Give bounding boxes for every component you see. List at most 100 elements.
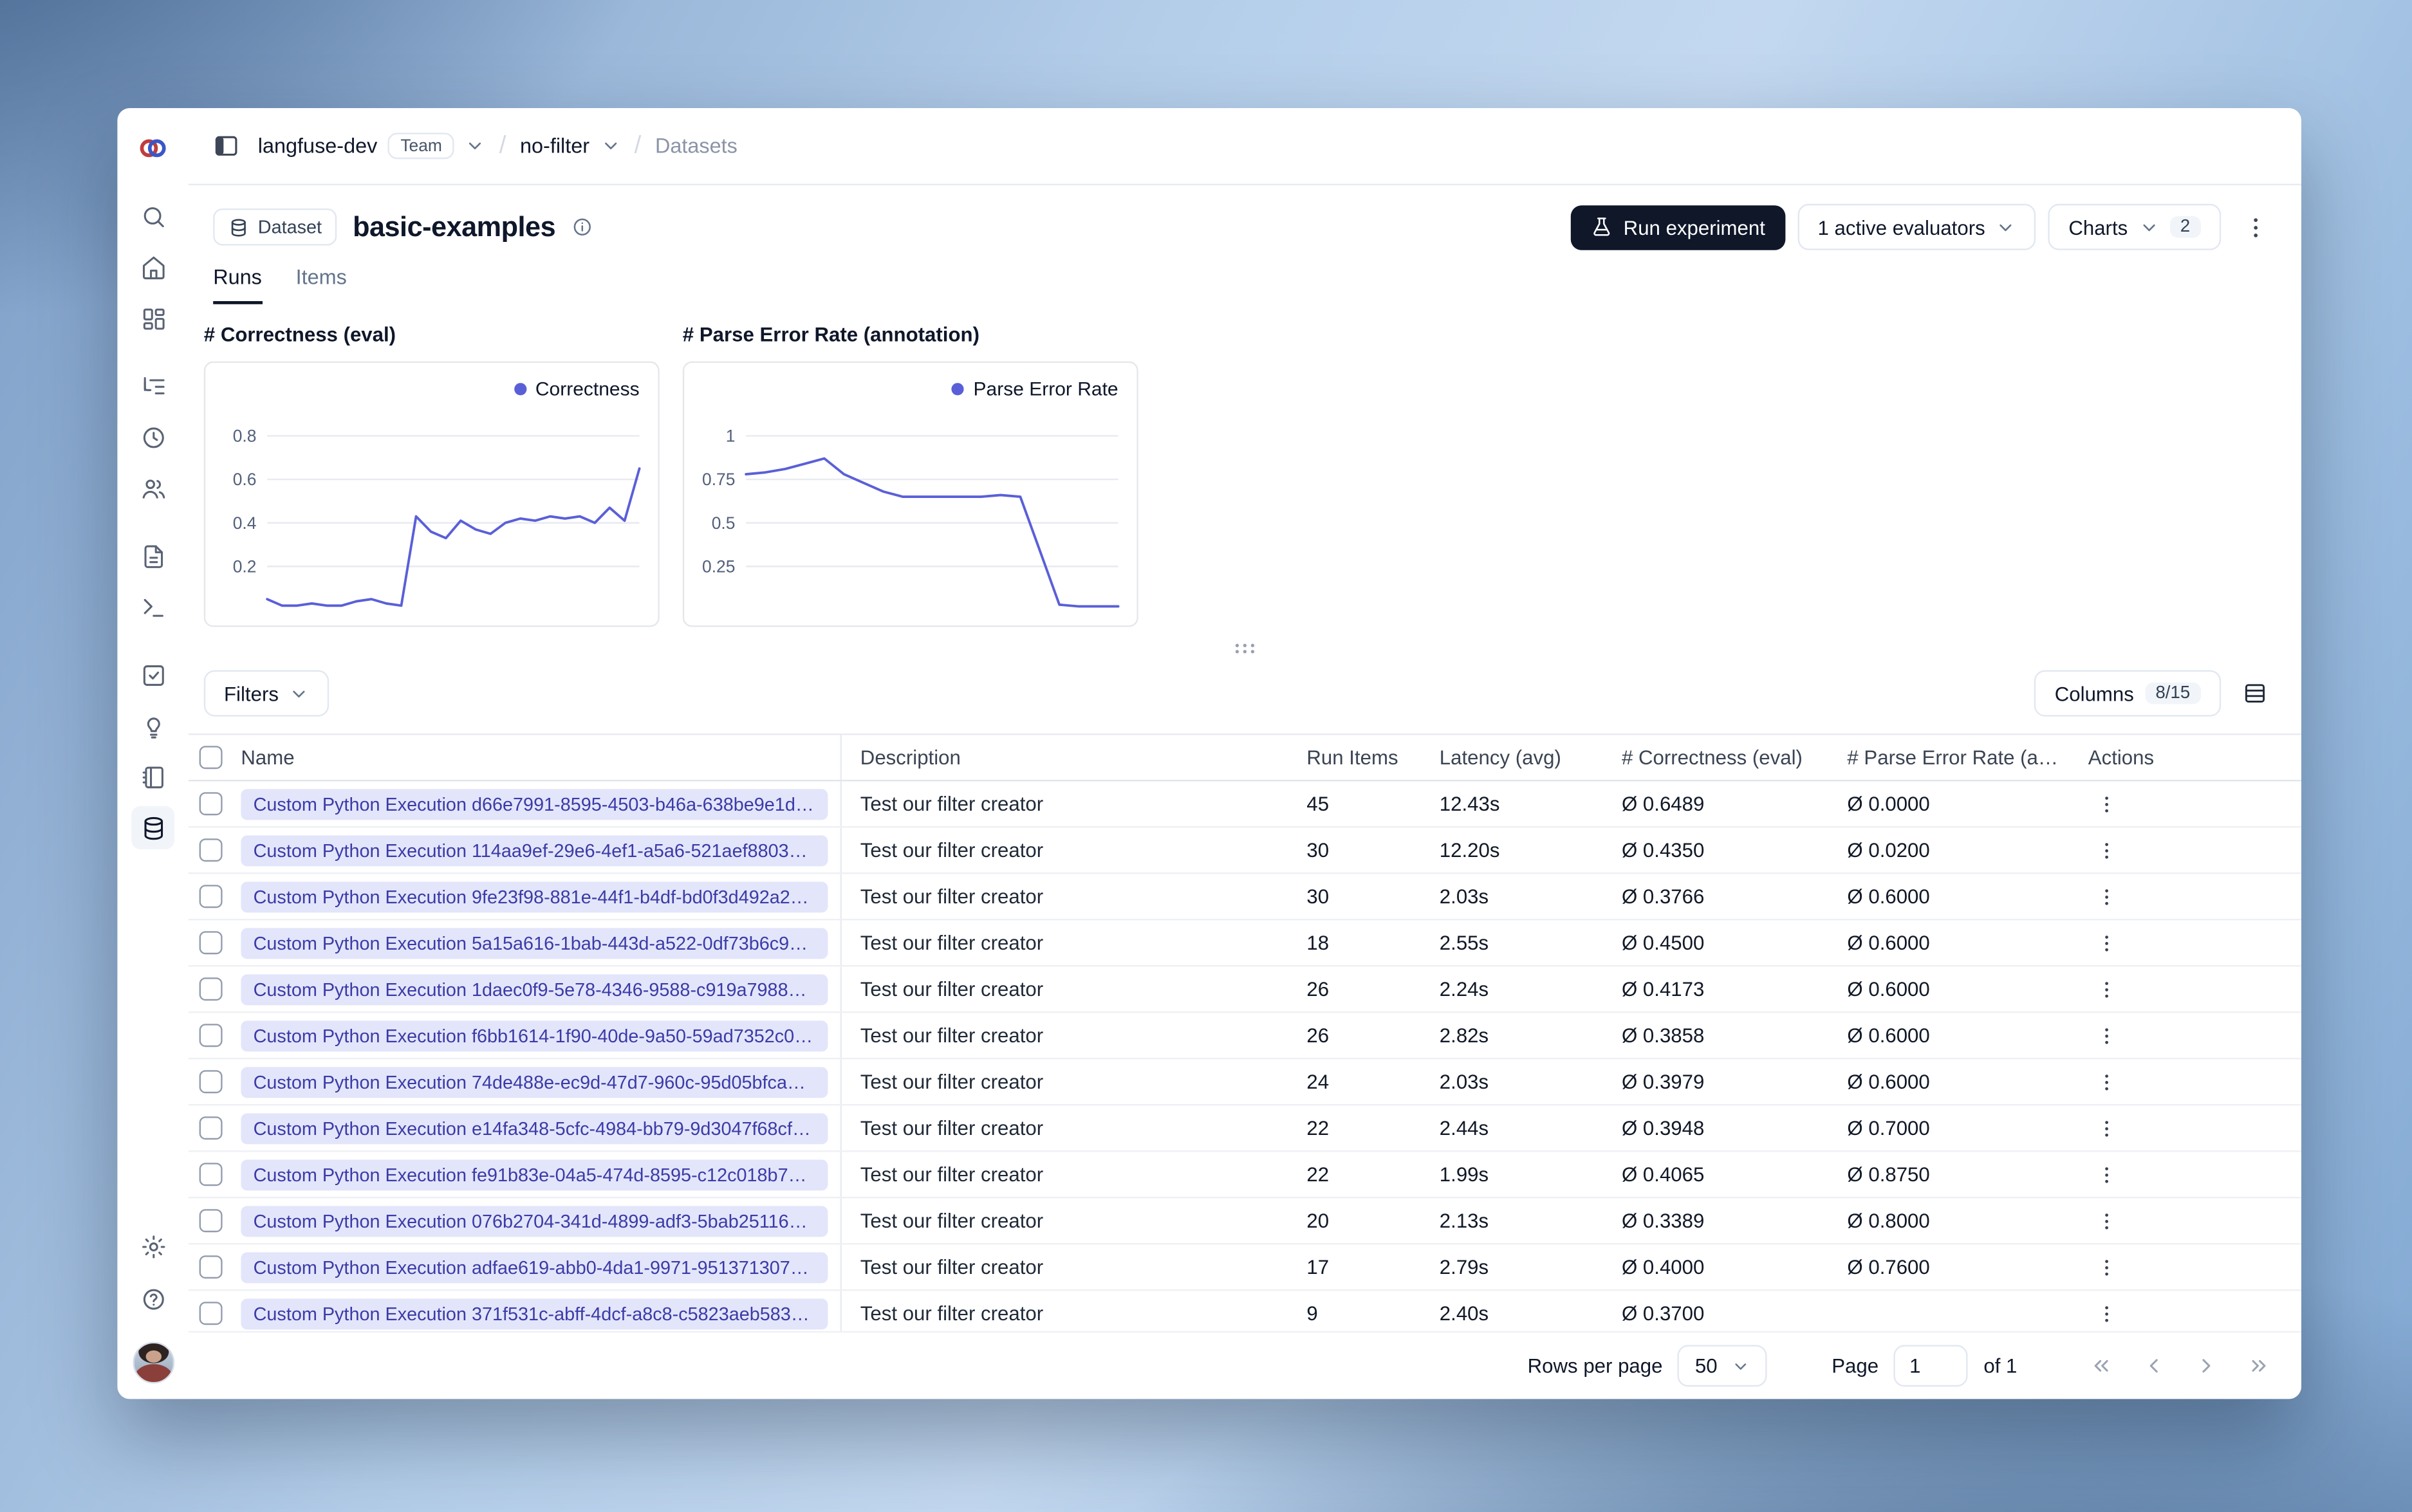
sidebar-item-support[interactable] <box>131 1277 174 1320</box>
table-row[interactable]: Custom Python Execution 076b2704-341d-48… <box>188 1198 2302 1245</box>
row-actions-button[interactable] <box>2088 785 2126 822</box>
sidebar-item-datasets[interactable] <box>131 806 175 849</box>
sidebar-item-scores[interactable] <box>131 653 174 696</box>
sidebar-item-prompts[interactable] <box>131 534 174 577</box>
column-header-run-items[interactable]: Run Items <box>1297 746 1430 769</box>
first-page-button[interactable] <box>2079 1344 2122 1387</box>
run-experiment-button[interactable]: Run experiment <box>1571 205 1786 250</box>
rows-per-page-select[interactable]: 50 <box>1678 1345 1767 1387</box>
row-checkbox[interactable] <box>199 1163 223 1186</box>
run-name-link[interactable]: Custom Python Execution 076b2704-341d-48… <box>241 1205 828 1237</box>
run-name-link[interactable]: Custom Python Execution 74de488e-ec9d-47… <box>241 1066 828 1098</box>
tab-runs[interactable]: Runs <box>213 266 262 304</box>
run-items-value: 22 <box>1306 1116 1330 1140</box>
row-actions-button[interactable] <box>2088 1202 2126 1239</box>
panel-left-icon <box>214 136 237 156</box>
user-avatar[interactable] <box>132 1341 174 1384</box>
project-name[interactable]: no-filter <box>520 134 589 158</box>
table-row[interactable]: Custom Python Execution 9fe23f98-881e-44… <box>188 874 2302 921</box>
select-all-checkbox[interactable] <box>199 746 223 770</box>
row-checkbox[interactable] <box>199 977 223 1001</box>
table-row[interactable]: Custom Python Execution e14fa348-5cfc-49… <box>188 1105 2302 1152</box>
table-row[interactable]: Custom Python Execution 114aa9ef-29e6-4e… <box>188 827 2302 874</box>
table-row[interactable]: Custom Python Execution fe91b83e-04a5-47… <box>188 1152 2302 1199</box>
table-row[interactable]: Custom Python Execution d66e7991-8595-45… <box>188 781 2302 828</box>
header-kebab-button[interactable] <box>2233 205 2276 248</box>
table-row[interactable]: Custom Python Execution 5a15a616-1bab-44… <box>188 920 2302 967</box>
run-name-link[interactable]: Custom Python Execution 371f531c-abff-4d… <box>241 1298 828 1329</box>
charts-dropdown[interactable]: Charts 2 <box>2048 203 2222 250</box>
tab-items[interactable]: Items <box>296 266 347 304</box>
run-name-link[interactable]: Custom Python Execution e14fa348-5cfc-49… <box>241 1112 828 1144</box>
sidebar-item-users[interactable] <box>131 466 174 510</box>
row-actions-button[interactable] <box>2088 1248 2126 1286</box>
row-checkbox[interactable] <box>199 885 223 908</box>
columns-button[interactable]: Columns 8/15 <box>2034 670 2222 717</box>
org-name[interactable]: langfuse-dev <box>258 134 378 158</box>
run-name-link[interactable]: Custom Python Execution f6bb1614-1f90-40… <box>241 1020 828 1051</box>
row-actions-button[interactable] <box>2088 970 2126 1008</box>
run-name-link[interactable]: Custom Python Execution fe91b83e-04a5-47… <box>241 1159 828 1190</box>
last-page-button[interactable] <box>2236 1344 2279 1387</box>
sidebar-item-tracing[interactable] <box>131 364 174 407</box>
column-header-parse-error[interactable]: # Parse Error Rate (an... <box>1838 746 2063 769</box>
row-actions-button[interactable] <box>2088 1109 2126 1147</box>
row-actions-button[interactable] <box>2088 1295 2126 1331</box>
row-checkbox[interactable] <box>199 1024 223 1047</box>
sidebar-item-home[interactable] <box>131 246 174 289</box>
row-checkbox[interactable] <box>199 838 223 862</box>
project-chevron-down-icon[interactable] <box>600 136 620 156</box>
table-row[interactable]: Custom Python Execution f6bb1614-1f90-40… <box>188 1013 2302 1060</box>
org-chevron-down-icon[interactable] <box>465 136 485 156</box>
row-actions-button[interactable] <box>2088 924 2126 961</box>
kebab-menu-icon <box>2105 1028 2108 1044</box>
sidebar-item-playground[interactable] <box>131 585 174 629</box>
langfuse-logo[interactable] <box>131 127 174 170</box>
column-header-latency[interactable]: Latency (avg) <box>1430 746 1612 769</box>
next-page-button[interactable] <box>2184 1344 2227 1387</box>
row-checkbox[interactable] <box>199 1209 223 1233</box>
breadcrumb-section[interactable]: Datasets <box>655 134 738 158</box>
filters-button[interactable]: Filters <box>203 670 330 717</box>
sidebar-item-evaluators[interactable] <box>131 704 174 747</box>
table-row[interactable]: Custom Python Execution adfae619-abb0-4d… <box>188 1244 2302 1291</box>
sidebar-group-top <box>131 194 174 340</box>
sidebar-item-settings[interactable] <box>131 1224 174 1268</box>
table-row[interactable]: Custom Python Execution 371f531c-abff-4d… <box>189 1291 2301 1331</box>
columns-label: Columns <box>2054 681 2134 705</box>
row-actions-button[interactable] <box>2088 1017 2126 1054</box>
page-number-input[interactable] <box>1894 1345 1969 1387</box>
table-row[interactable]: Custom Python Execution 1daec0f9-5e78-43… <box>188 966 2302 1013</box>
resize-grip-handle[interactable] <box>1225 632 1265 664</box>
row-actions-button[interactable] <box>2088 1156 2126 1193</box>
run-name-link[interactable]: Custom Python Execution d66e7991-8595-45… <box>241 788 828 820</box>
sidebar-toggle-button[interactable] <box>204 124 247 167</box>
row-actions-button[interactable] <box>2088 831 2126 869</box>
row-checkbox[interactable] <box>199 1255 223 1279</box>
row-checkbox[interactable] <box>199 1302 223 1325</box>
run-name-link[interactable]: Custom Python Execution 1daec0f9-5e78-43… <box>241 973 828 1005</box>
run-name-link[interactable]: Custom Python Execution adfae619-abb0-4d… <box>241 1251 828 1283</box>
row-actions-button[interactable] <box>2088 878 2126 915</box>
sidebar-item-sessions[interactable] <box>131 416 174 459</box>
row-actions-button[interactable] <box>2088 1063 2126 1100</box>
run-name-link[interactable]: Custom Python Execution 114aa9ef-29e6-4e… <box>241 834 828 866</box>
sidebar-item-search[interactable] <box>131 194 174 237</box>
runs-table: Name Description Run Items Latency (avg)… <box>188 733 2302 1331</box>
run-name-link[interactable]: Custom Python Execution 9fe23f98-881e-44… <box>241 881 828 912</box>
sidebar-item-annotation[interactable] <box>131 755 174 798</box>
row-checkbox[interactable] <box>199 792 223 816</box>
info-icon[interactable] <box>571 216 593 238</box>
sidebar-item-dashboard[interactable] <box>131 297 174 340</box>
table-row[interactable]: Custom Python Execution 74de488e-ec9d-47… <box>188 1059 2302 1106</box>
column-header-correctness[interactable]: # Correctness (eval) <box>1613 746 1838 769</box>
run-name-link[interactable]: Custom Python Execution 5a15a616-1bab-44… <box>241 927 828 959</box>
column-header-description[interactable]: Description <box>842 746 1297 769</box>
column-header-name[interactable]: Name <box>232 735 842 780</box>
row-checkbox[interactable] <box>199 931 223 955</box>
row-checkbox[interactable] <box>199 1070 223 1094</box>
previous-page-button[interactable] <box>2131 1344 2175 1387</box>
row-height-button[interactable] <box>2233 672 2276 715</box>
row-checkbox[interactable] <box>199 1116 223 1140</box>
evaluators-dropdown[interactable]: 1 active evaluators <box>1797 203 2036 250</box>
